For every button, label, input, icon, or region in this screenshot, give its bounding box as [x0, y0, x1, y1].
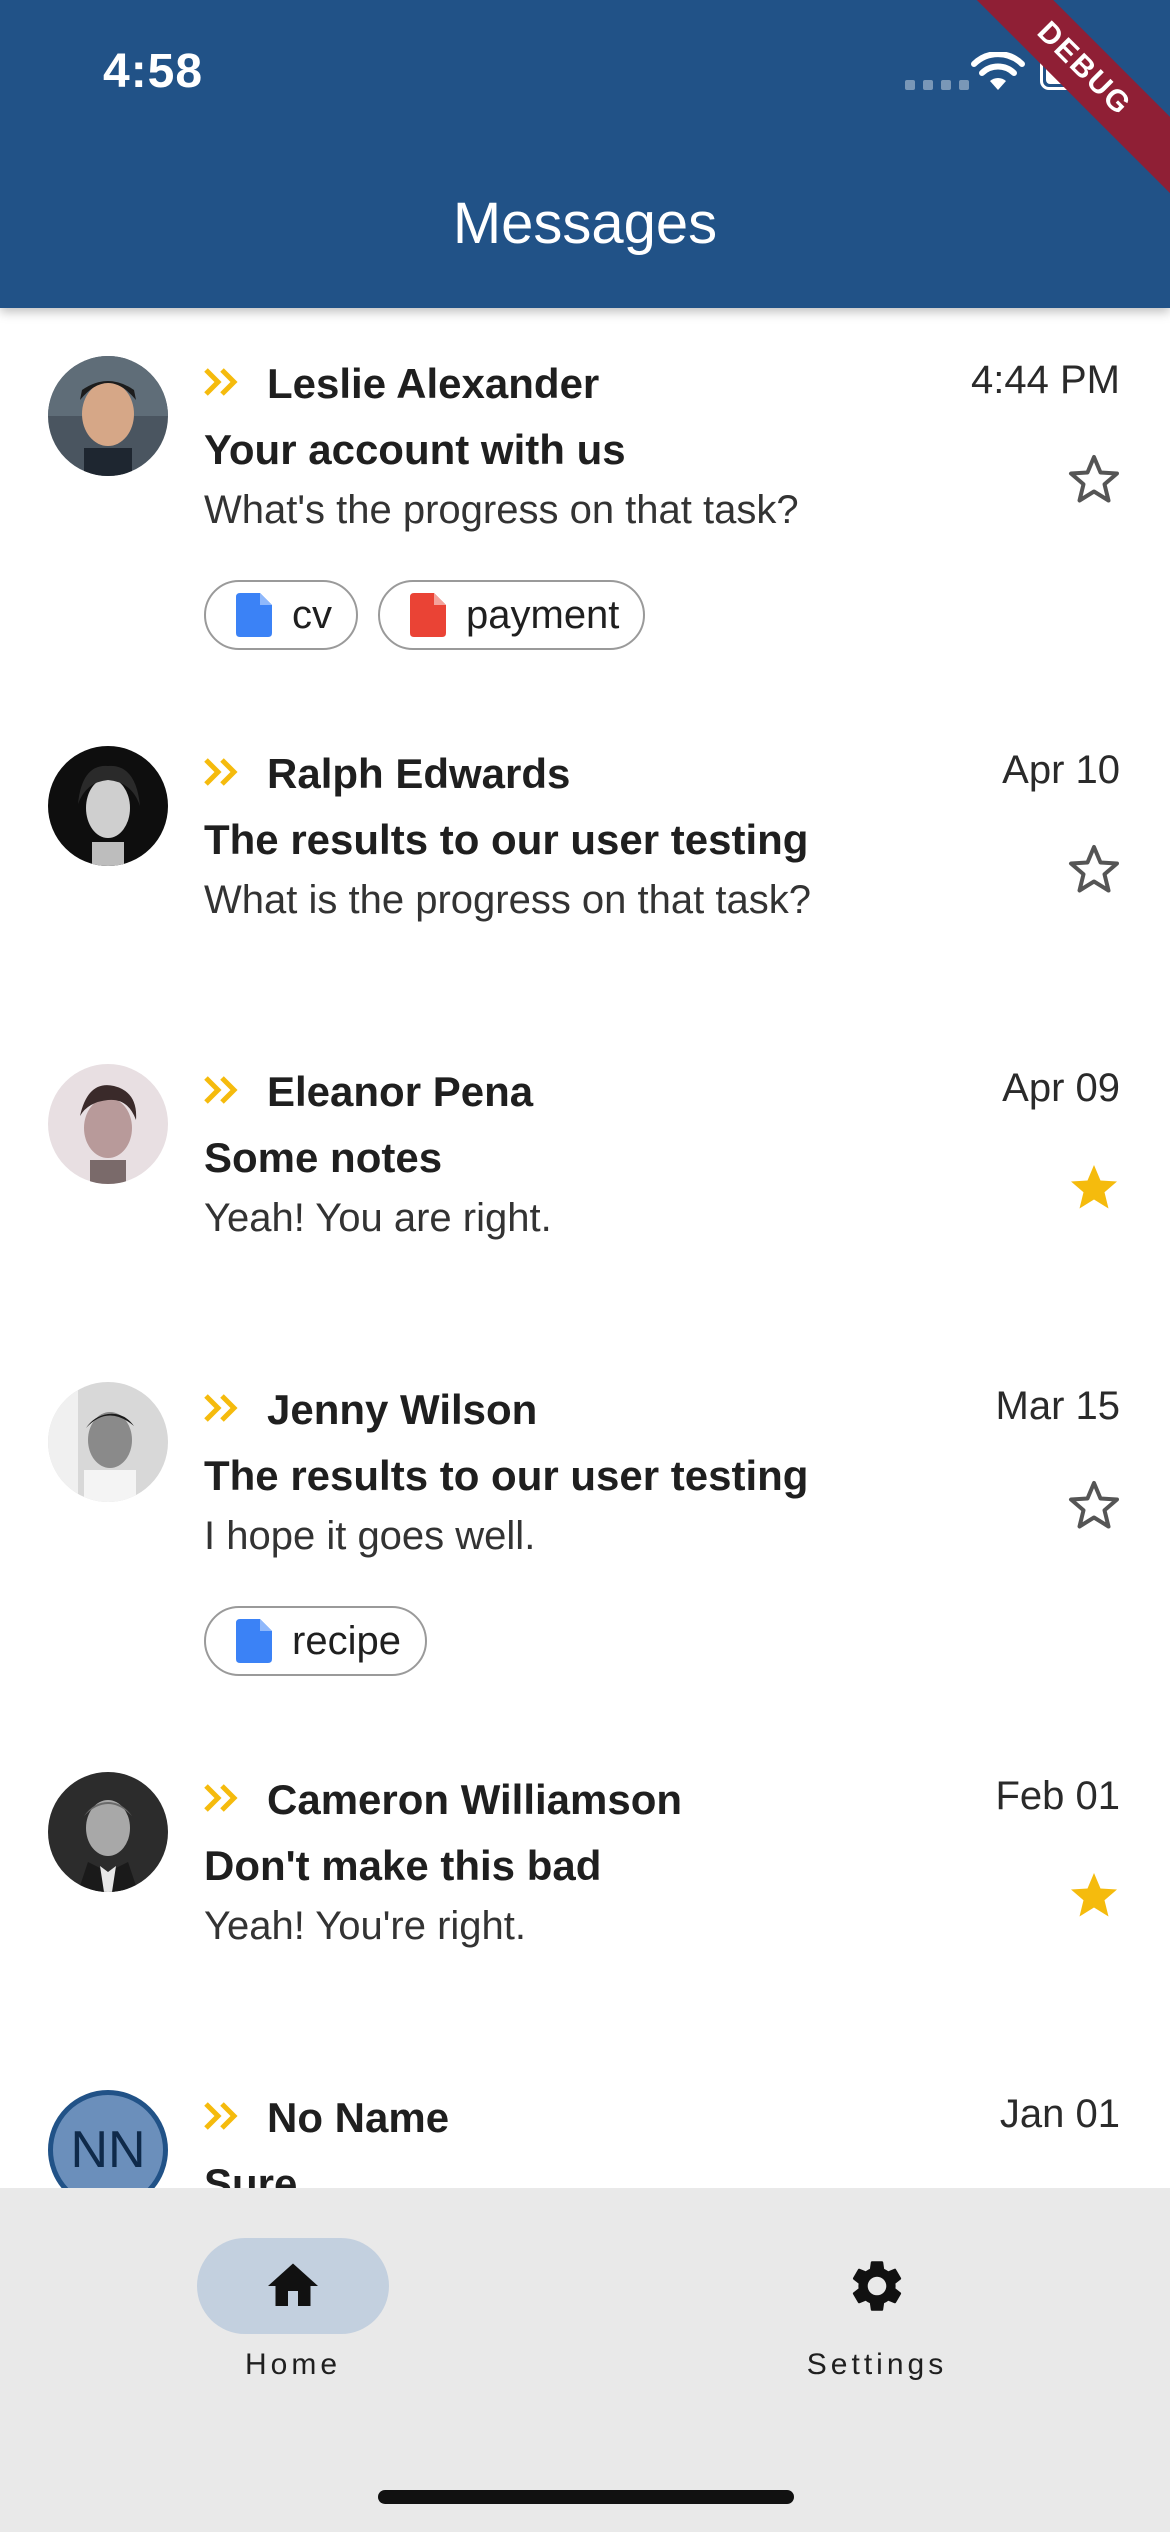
message-date: 4:44 PM [971, 358, 1120, 402]
message-subject: Your account with us [204, 426, 626, 473]
avatar[interactable] [48, 746, 168, 866]
bottom-navigation: Home Settings [0, 2188, 1170, 2532]
page-title: Messages [452, 191, 718, 256]
message-preview: Yeah! You're right. [204, 1904, 526, 1948]
message-item[interactable]: Jenny Wilson Mar 15 The results to our u… [0, 1334, 1170, 1724]
chip-label: recipe [292, 1618, 401, 1663]
doc-red-icon [410, 593, 446, 637]
home-icon [268, 2263, 318, 2306]
message-date: Jan 01 [999, 2092, 1120, 2136]
wifi-icon [971, 52, 1025, 90]
avatar[interactable] [48, 356, 168, 476]
message-list[interactable]: Leslie Alexander 4:44 PM Your account wi… [0, 308, 1170, 2188]
forward-icon [204, 2102, 238, 2130]
star-outline-icon[interactable] [1064, 450, 1124, 510]
message-item[interactable]: Leslie Alexander 4:44 PM Your account wi… [0, 308, 1170, 698]
nav-settings[interactable]: Settings [727, 2238, 1027, 2382]
nav-settings-label: Settings [806, 2348, 948, 2381]
sender-name: Eleanor Pena [267, 1068, 534, 1115]
nav-settings-indicator[interactable] [781, 2238, 973, 2334]
message-item[interactable]: Cameron Williamson Feb 01 Don't make thi… [0, 1724, 1170, 2042]
forward-icon [204, 1784, 238, 1812]
message-subject: The results to our user testing [204, 816, 809, 863]
message-preview: Yeah! You are right. [204, 1196, 552, 1240]
chip-label: cv [292, 592, 332, 637]
forward-icon [204, 1076, 238, 1104]
signal-icon [905, 80, 969, 90]
message-date: Feb 01 [995, 1774, 1120, 1818]
message-preview: I hope it goes well. [204, 1514, 536, 1558]
star-filled-icon[interactable] [1064, 1158, 1124, 1218]
message-preview: What is the progress on that task? [204, 878, 811, 922]
message-date: Apr 10 [1002, 748, 1120, 792]
avatar[interactable]: NN [48, 2090, 168, 2188]
message-subject: Don't make this bad [204, 1842, 602, 1889]
nav-home-label: Home [244, 2348, 342, 2381]
app-screen: 4:58 DEBUG Messages Leslie Alexander 4:4… [0, 0, 1170, 2532]
star-outline-icon[interactable] [1064, 1476, 1124, 1536]
avatar[interactable] [48, 1382, 168, 1502]
sender-name: Jenny Wilson [267, 1386, 538, 1433]
chip-label: payment [466, 592, 620, 637]
attachment-chips: cv payment [204, 580, 646, 650]
app-bar: 4:58 DEBUG Messages [0, 0, 1170, 308]
avatar[interactable] [48, 1772, 168, 1892]
nav-home-indicator[interactable] [197, 2238, 389, 2334]
message-subject: Some notes [204, 1134, 443, 1181]
message-date: Mar 15 [995, 1384, 1121, 1428]
doc-blue-icon [236, 1619, 272, 1663]
nav-home[interactable]: Home [143, 2238, 443, 2382]
message-subject: The results to our user testing [204, 1452, 809, 1499]
forward-icon [204, 758, 238, 786]
forward-icon [204, 1394, 238, 1422]
star-outline-icon[interactable] [1064, 840, 1124, 900]
message-item[interactable]: Eleanor Pena Apr 09 Some notes Yeah! You… [0, 1016, 1170, 1334]
sender-name: No Name [267, 2094, 450, 2141]
message-date: Apr 09 [1002, 1066, 1120, 1110]
doc-blue-icon [236, 593, 272, 637]
star-filled-icon[interactable] [1064, 1866, 1124, 1926]
sender-name: Cameron Williamson [267, 1776, 683, 1823]
attachment-chips: recipe [204, 1606, 427, 1676]
sender-name: Ralph Edwards [267, 750, 571, 797]
attachment-chip[interactable]: payment [378, 580, 646, 650]
forward-icon [204, 368, 238, 396]
attachment-chip[interactable]: cv [204, 580, 358, 650]
message-item[interactable]: Ralph Edwards Apr 10 The results to our … [0, 698, 1170, 1016]
message-item[interactable]: NN No Name Jan 01 Sure [0, 2042, 1170, 2188]
status-time: 4:58 [103, 45, 204, 98]
avatar[interactable] [48, 1064, 168, 1184]
sender-name: Leslie Alexander [267, 360, 600, 407]
message-preview: What's the progress on that task? [204, 488, 799, 532]
attachment-chip[interactable]: recipe [204, 1606, 427, 1676]
debug-banner: DEBUG [958, 0, 1170, 195]
gear-icon [852, 2261, 902, 2311]
message-subject: Sure [204, 2160, 298, 2188]
home-indicator-bar [378, 2490, 794, 2504]
